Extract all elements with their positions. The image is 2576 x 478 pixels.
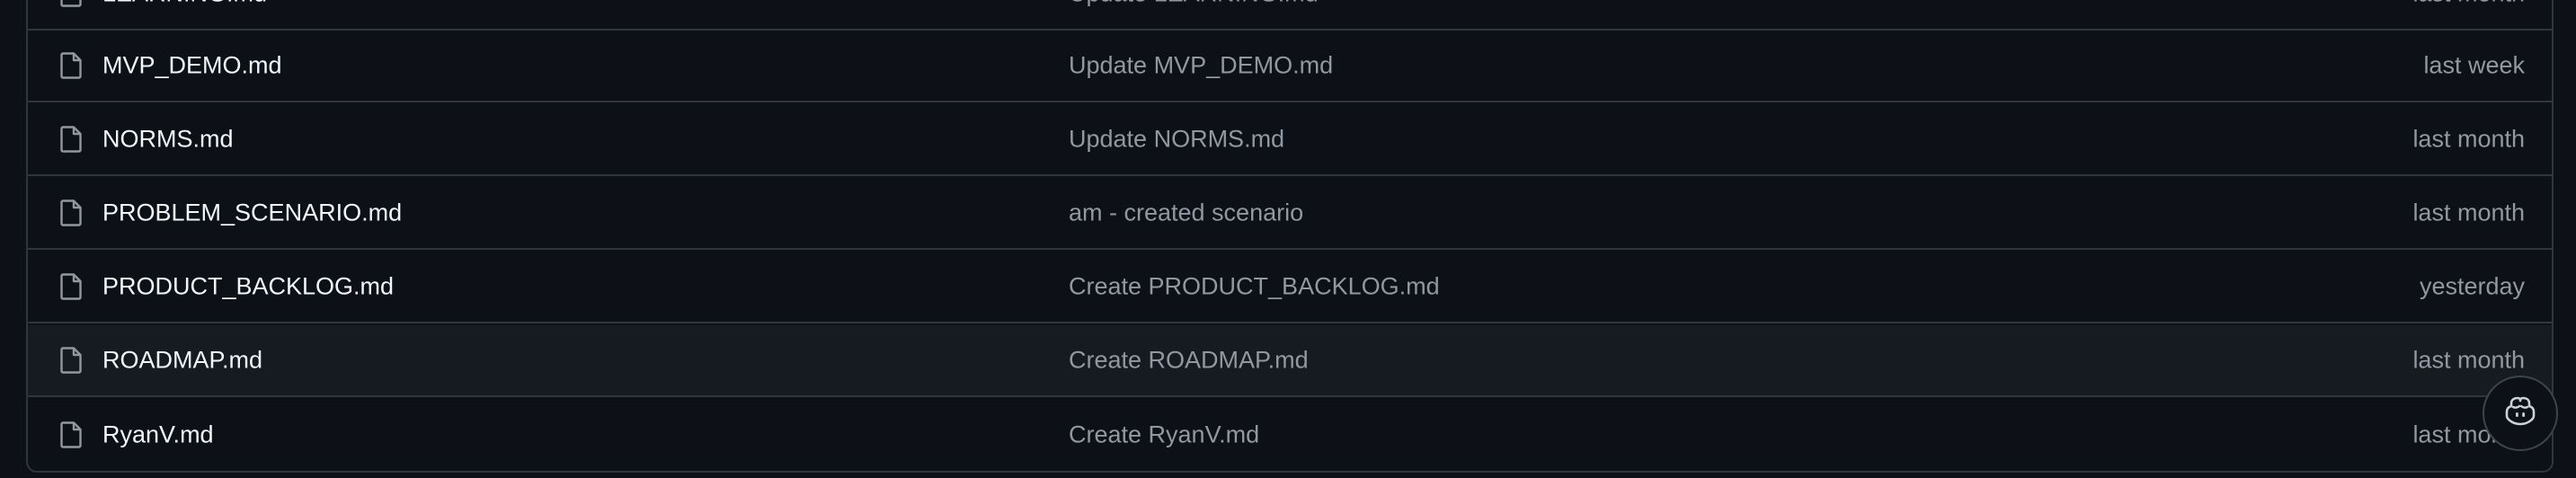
file-name-link[interactable]: NORMS.md bbox=[102, 126, 234, 154]
table-row[interactable]: ROADMAP.md Create ROADMAP.md last month bbox=[28, 325, 2552, 397]
table-row[interactable]: MVP_DEMO.md Update MVP_DEMO.md last week bbox=[28, 31, 2552, 102]
commit-message-link[interactable]: Update NORMS.md bbox=[1069, 126, 1284, 154]
commit-message-link[interactable]: Create RyanV.md bbox=[1069, 421, 1259, 449]
commit-message-link[interactable]: Update LEARNING.md bbox=[1069, 0, 1319, 8]
commit-time: last month bbox=[2412, 199, 2525, 226]
commit-message-link[interactable]: am - created scenario bbox=[1069, 199, 1303, 227]
table-row[interactable]: PRODUCT_BACKLOG.md Create PRODUCT_BACKLO… bbox=[28, 252, 2552, 323]
commit-time: yesterday bbox=[2419, 272, 2525, 300]
copilot-button[interactable] bbox=[2483, 376, 2558, 451]
file-icon bbox=[58, 346, 84, 375]
file-name-link[interactable]: PROBLEM_SCENARIO.md bbox=[102, 199, 402, 227]
commit-message-link[interactable]: Update MVP_DEMO.md bbox=[1069, 52, 1333, 80]
commit-message-link[interactable]: Create ROADMAP.md bbox=[1069, 347, 1309, 375]
file-icon bbox=[58, 0, 84, 8]
commit-message-link[interactable]: Create PRODUCT_BACKLOG.md bbox=[1069, 273, 1440, 301]
table-row[interactable]: LEARNING.md Update LEARNING.md last mont… bbox=[28, 0, 2552, 31]
commit-time: last week bbox=[2423, 51, 2525, 79]
file-name-link[interactable]: RyanV.md bbox=[102, 421, 214, 449]
file-icon bbox=[58, 51, 84, 80]
file-list-table: LEARNING.md Update LEARNING.md last mont… bbox=[26, 0, 2554, 473]
file-name-link[interactable]: ROADMAP.md bbox=[102, 347, 262, 375]
file-icon bbox=[58, 272, 84, 301]
file-icon bbox=[58, 125, 84, 154]
file-name-link[interactable]: PRODUCT_BACKLOG.md bbox=[102, 273, 394, 301]
copilot-icon bbox=[2503, 396, 2537, 431]
commit-time: last month bbox=[2412, 0, 2525, 8]
file-icon bbox=[58, 199, 84, 227]
file-name-link[interactable]: MVP_DEMO.md bbox=[102, 52, 282, 80]
commit-time: last month bbox=[2412, 346, 2525, 374]
file-name-link[interactable]: LEARNING.md bbox=[102, 0, 267, 8]
table-row[interactable]: PROBLEM_SCENARIO.md am - created scenari… bbox=[28, 178, 2552, 250]
table-row[interactable]: NORMS.md Update NORMS.md last month bbox=[28, 104, 2552, 176]
table-row[interactable]: RyanV.md Create RyanV.md last month bbox=[28, 399, 2552, 471]
commit-time: last month bbox=[2412, 125, 2525, 153]
file-icon bbox=[58, 420, 84, 449]
